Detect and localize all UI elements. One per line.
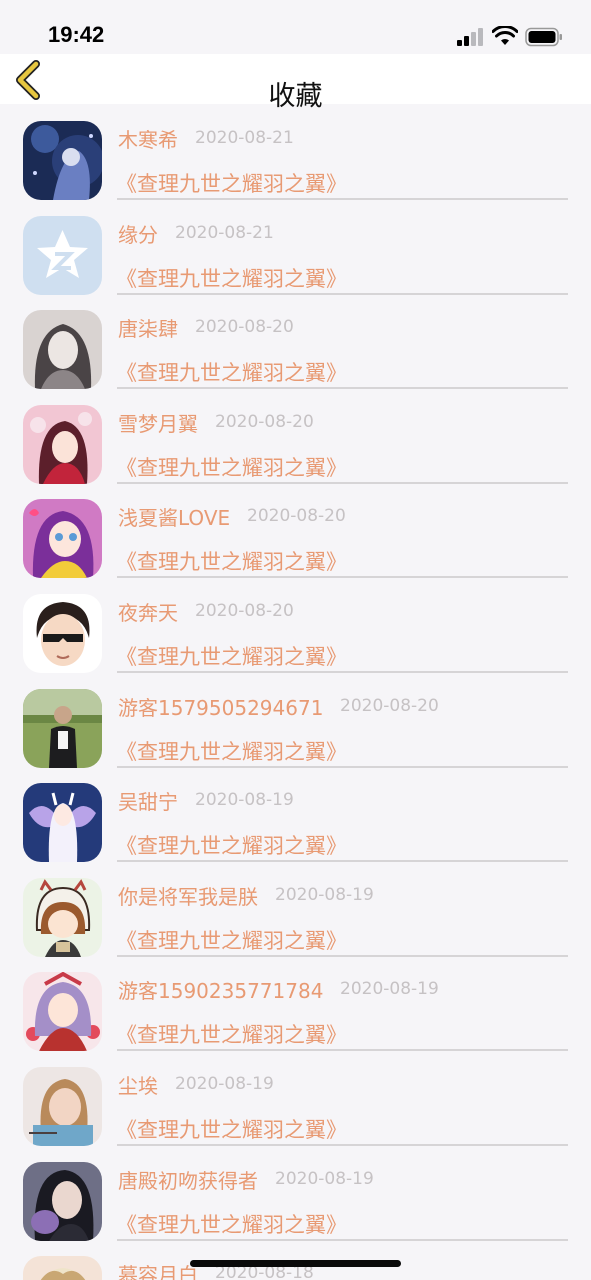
book-title-link[interactable]: 《查理九世之耀羽之翼》 [116,1209,347,1239]
list-item[interactable]: 唐柒肆 2020-08-20 《查理九世之耀羽之翼》 [0,293,591,390]
book-title-link[interactable]: 《查理九世之耀羽之翼》 [116,925,347,955]
avatar[interactable] [23,877,102,957]
favorite-date: 2020-08-21 [175,222,274,243]
list-item[interactable]: 木寒希 2020-08-21 《查理九世之耀羽之翼》 [0,104,591,200]
avatar-chibi-hood [23,877,102,957]
user-name[interactable]: 夜奔天 [118,597,178,626]
user-name[interactable]: 缘分 [118,219,158,248]
avatar[interactable] [23,1256,102,1280]
book-title-link[interactable]: 《查理九世之耀羽之翼》 [116,546,347,576]
list-item[interactable]: 游客1590235771784 2020-08-19 《查理九世之耀羽之翼》 [0,955,591,1052]
favorite-date: 2020-08-19 [195,790,294,811]
avatar-anime-night [23,121,102,200]
avatar-anime-red [23,972,102,1052]
status-bar: 19:42 [0,0,591,54]
avatar[interactable] [23,972,102,1052]
avatar[interactable] [23,1161,102,1241]
avatar[interactable] [23,499,102,579]
user-name[interactable]: 尘埃 [118,1070,158,1099]
list-item[interactable]: 吴甜宁 2020-08-19 《查理九世之耀羽之翼》 [0,766,591,863]
user-name[interactable]: 慕容月白 [118,1259,198,1280]
favorite-date: 2020-08-21 [195,128,294,148]
user-name[interactable]: 吴甜宁 [118,786,178,815]
cellular-signal-icon [457,28,485,46]
book-title-link[interactable]: 《查理九世之耀羽之翼》 [116,452,347,482]
book-title-link[interactable]: 《查理九世之耀羽之翼》 [116,830,347,860]
book-title-link[interactable]: 《查理九世之耀羽之翼》 [116,357,347,387]
book-title-link[interactable]: 《查理九世之耀羽之翼》 [116,168,347,198]
list-item[interactable]: 夜奔天 2020-08-20 《查理九世之耀羽之翼》 [0,577,591,673]
avatar-photo-girl-dark [23,1161,102,1241]
avatar[interactable] [23,1067,102,1146]
favorite-date: 2020-08-20 [340,695,439,716]
user-name[interactable]: 雪梦月翼 [118,408,198,437]
user-name[interactable]: 木寒希 [118,124,178,153]
avatar[interactable] [23,594,102,673]
favorite-date: 2020-08-19 [275,884,374,905]
book-title-link[interactable]: 《查理九世之耀羽之翼》 [116,736,347,766]
avatar[interactable] [23,404,102,484]
avatar-anime-pink [23,404,102,484]
avatar-anime-fairy [23,783,102,863]
avatar[interactable] [23,121,102,200]
favorite-date: 2020-08-20 [215,411,314,432]
user-name[interactable]: 游客1590235771784 [118,975,323,1004]
favorite-date: 2020-08-19 [340,979,439,1000]
user-name[interactable]: 唐柒肆 [118,313,178,342]
avatar-photo-field [23,688,102,768]
user-name[interactable]: 浅夏酱LOVE [118,502,230,531]
list-item[interactable]: 雪梦月翼 2020-08-20 《查理九世之耀羽之翼》 [0,388,591,484]
avatar-photo-girl [23,1067,102,1146]
list-item[interactable]: 你是将军我是朕 2020-08-19 《查理九世之耀羽之翼》 [0,861,591,957]
list-item[interactable]: 尘埃 2020-08-19 《查理九世之耀羽之翼》 [0,1050,591,1146]
wifi-icon [492,26,518,45]
list-item[interactable]: 缘分 2020-08-21 《查理九世之耀羽之翼》 [0,199,591,295]
user-name[interactable]: 你是将军我是朕 [118,881,258,910]
avatar[interactable] [23,310,102,390]
book-title-link[interactable]: 《查理九世之耀羽之翼》 [116,263,347,293]
book-title-link[interactable]: 《查理九世之耀羽之翼》 [116,641,347,671]
list-item[interactable]: 浅夏酱LOVE 2020-08-20 《查理九世之耀羽之翼》 [0,482,591,579]
status-time: 19:42 [48,22,105,47]
list-item[interactable]: 游客1579505294671 2020-08-20 《查理九世之耀羽之翼》 [0,672,591,768]
book-title-link[interactable]: 《查理九世之耀羽之翼》 [116,1019,347,1049]
favorite-date: 2020-08-20 [195,601,294,621]
favorite-date: 2020-08-20 [195,317,294,338]
avatar[interactable] [23,783,102,863]
avatar-qq-default [23,215,102,295]
user-name[interactable]: 游客1579505294671 [118,692,323,721]
favorite-date: 2020-08-19 [175,1074,274,1094]
favorites-list: 木寒希 2020-08-21 《查理九世之耀羽之翼》 缘分 2020-08-21 《查理九… [0,104,591,1280]
avatar-sketch-girl [23,310,102,390]
battery-icon [525,27,562,47]
home-indicator [190,1260,401,1267]
avatar-sunglasses-boy [23,594,102,673]
favorite-date: 2020-08-20 [247,506,346,527]
avatar[interactable] [23,688,102,768]
book-title-link[interactable]: 《查理九世之耀羽之翼》 [116,1114,347,1144]
user-name[interactable]: 唐殿初吻获得者 [118,1165,258,1194]
list-item[interactable]: 唐殿初吻获得者 2020-08-19 《查理九世之耀羽之翼》 [0,1145,591,1241]
nav-bar: 收藏 [0,54,591,112]
avatar-anime-purple [23,499,102,579]
avatar-anime-partial [23,1256,102,1280]
avatar[interactable] [23,215,102,295]
favorite-date: 2020-08-19 [275,1168,374,1189]
